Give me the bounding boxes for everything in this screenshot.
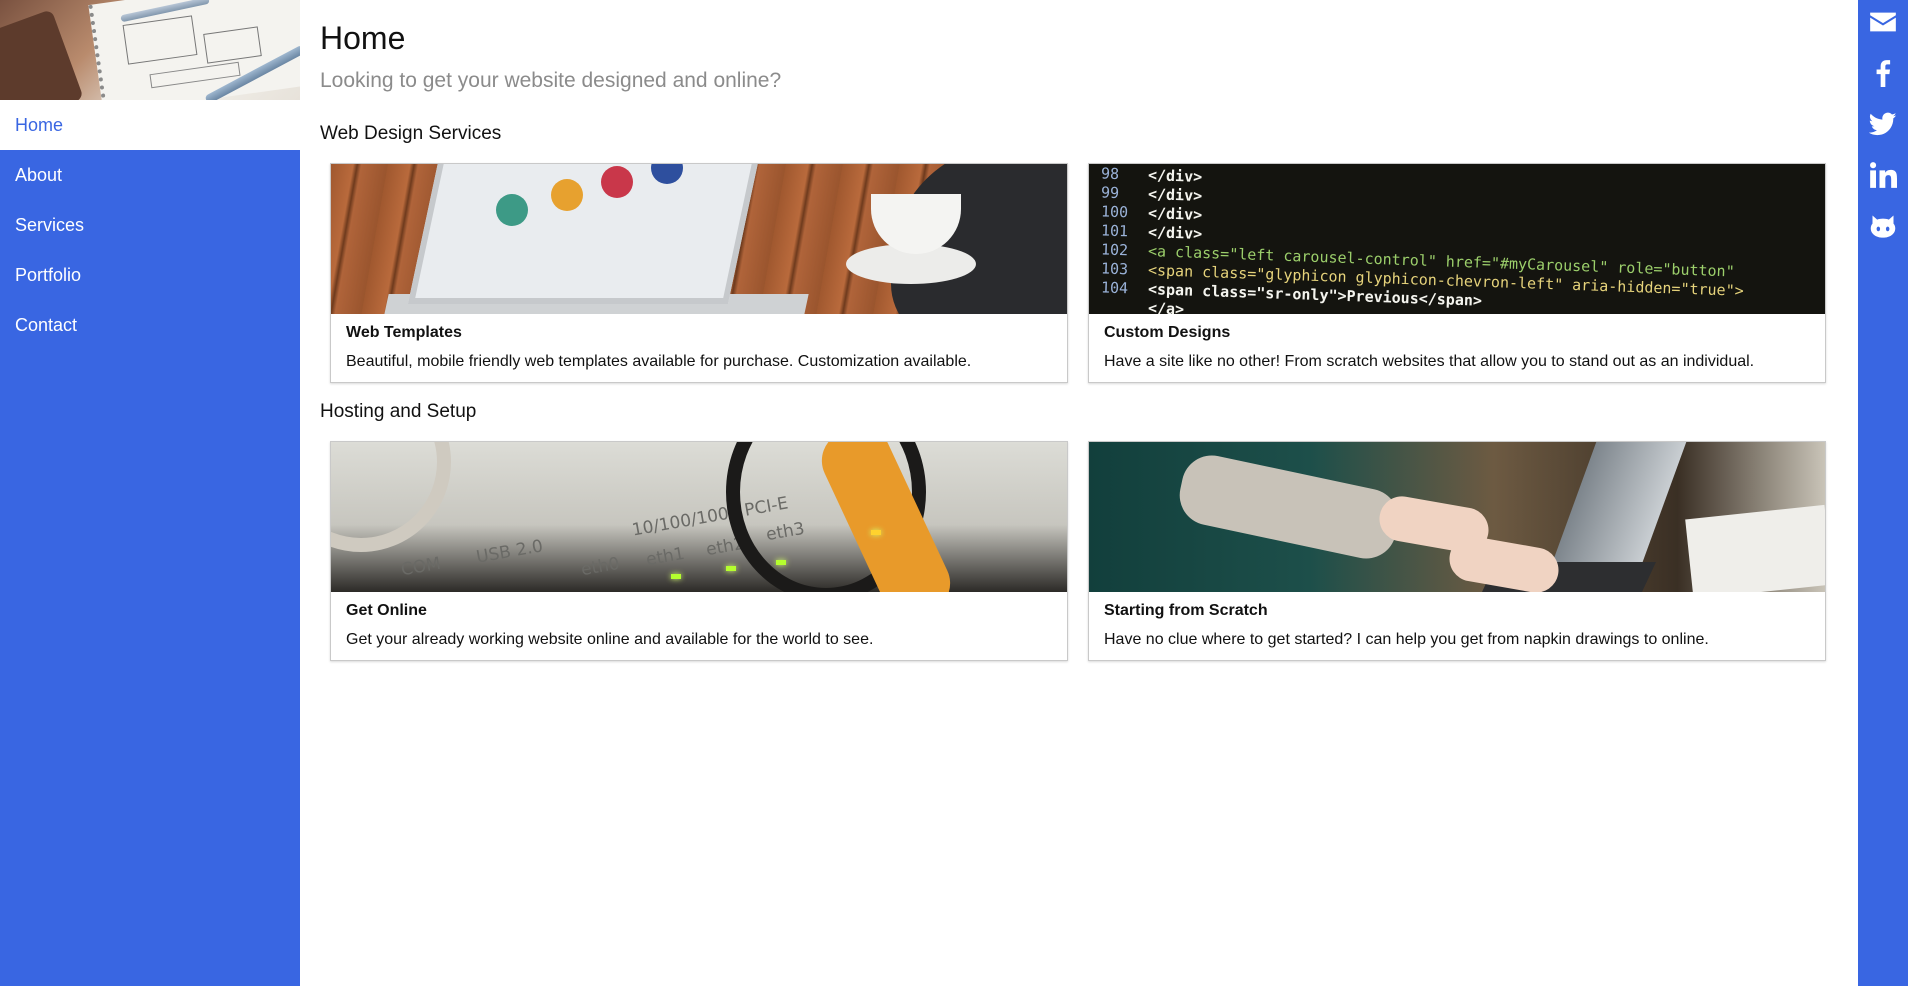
sidebar-item-about[interactable]: About <box>0 150 300 200</box>
card-get-online[interactable]: 10/100/1000 PCI-E USB 2.0 eth0 eth1 eth2… <box>330 441 1068 661</box>
hosting-cards: 10/100/1000 PCI-E USB 2.0 eth0 eth1 eth2… <box>330 441 1838 661</box>
hands-typing-image <box>1089 442 1825 592</box>
section-title-web-design: Web Design Services <box>320 123 502 144</box>
card-title: Get Online <box>346 602 427 619</box>
card-custom-designs[interactable]: 98 </div> 99 </div> 100 </div> 101 </div… <box>1088 163 1826 383</box>
card-title: Starting from Scratch <box>1104 602 1268 619</box>
sidebar-item-home[interactable]: Home <box>0 100 300 150</box>
card-title: Web Templates <box>346 324 462 341</box>
twitter-icon[interactable] <box>1858 110 1908 161</box>
page-title: Home <box>320 20 406 56</box>
laptop-table-image <box>331 164 1067 314</box>
card-title: Custom Designs <box>1104 324 1231 341</box>
web-design-cards: Web Templates Beautiful, mobile friendly… <box>330 163 1838 383</box>
sidebar: Home About Services Portfolio Contact <box>0 0 300 986</box>
card-text: Have a site like no other! From scratch … <box>1104 353 1755 370</box>
card-text: Beautiful, mobile friendly web templates… <box>346 353 972 370</box>
card-text: Have no clue where to get started? I can… <box>1104 631 1709 648</box>
card-text: Get your already working website online … <box>346 631 874 648</box>
sidebar-item-portfolio[interactable]: Portfolio <box>0 250 300 300</box>
sidebar-item-services[interactable]: Services <box>0 200 300 250</box>
sidebar-hero-image <box>0 0 300 100</box>
facebook-icon[interactable] <box>1858 59 1908 110</box>
section-title-hosting: Hosting and Setup <box>320 401 477 422</box>
envelope-icon[interactable] <box>1858 8 1908 59</box>
sidebar-nav: Home About Services Portfolio Contact <box>0 100 300 350</box>
sidebar-item-contact[interactable]: Contact <box>0 300 300 350</box>
card-starting-from-scratch[interactable]: Starting from Scratch Have no clue where… <box>1088 441 1826 661</box>
linkedin-icon[interactable] <box>1858 161 1908 212</box>
card-web-templates[interactable]: Web Templates Beautiful, mobile friendly… <box>330 163 1068 383</box>
github-icon[interactable] <box>1858 212 1908 263</box>
code-screen-image: 98 </div> 99 </div> 100 </div> 101 </div… <box>1089 164 1825 314</box>
page-subtitle: Looking to get your website designed and… <box>320 69 782 92</box>
main-content: Home Looking to get your website designe… <box>320 0 1838 661</box>
network-ports-image: 10/100/1000 PCI-E USB 2.0 eth0 eth1 eth2… <box>331 442 1067 592</box>
social-sidebar <box>1858 0 1908 986</box>
